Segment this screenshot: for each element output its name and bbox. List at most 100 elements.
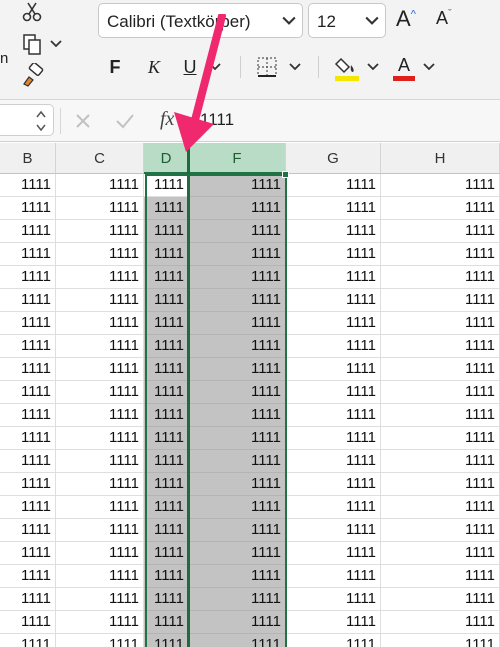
cell-h[interactable]: 1111 bbox=[381, 427, 500, 450]
cell-d[interactable]: 1111 bbox=[144, 450, 189, 473]
cell-g[interactable]: 1111 bbox=[286, 450, 381, 473]
cell-h[interactable]: 1111 bbox=[381, 220, 500, 243]
cell-b[interactable]: 1111 bbox=[0, 565, 56, 588]
cell-f[interactable]: 1111 bbox=[189, 404, 286, 427]
chevron-down-icon[interactable] bbox=[422, 60, 436, 74]
cell-c[interactable]: 1111 bbox=[56, 220, 144, 243]
cell-c[interactable]: 1111 bbox=[56, 427, 144, 450]
cell-d[interactable]: 1111 bbox=[144, 381, 189, 404]
cell-c[interactable]: 1111 bbox=[56, 611, 144, 634]
cell-h[interactable]: 1111 bbox=[381, 335, 500, 358]
cell-f[interactable]: 1111 bbox=[189, 174, 286, 197]
cell-f[interactable]: 1111 bbox=[189, 381, 286, 404]
column-header-d[interactable]: D bbox=[144, 143, 189, 174]
cell-h[interactable]: 1111 bbox=[381, 312, 500, 335]
column-header-c[interactable]: C bbox=[56, 143, 144, 174]
cell-h[interactable]: 1111 bbox=[381, 197, 500, 220]
cell-d[interactable]: 1111 bbox=[144, 519, 189, 542]
cell-b[interactable]: 1111 bbox=[0, 312, 56, 335]
enter-check-icon[interactable] bbox=[112, 108, 138, 134]
borders-icon[interactable] bbox=[254, 54, 280, 80]
cell-g[interactable]: 1111 bbox=[286, 588, 381, 611]
cell-d[interactable]: 1111 bbox=[144, 588, 189, 611]
cell-g[interactable]: 1111 bbox=[286, 634, 381, 647]
fill-color-icon[interactable] bbox=[332, 52, 362, 84]
decrease-font-size-button[interactable]: Aˇ bbox=[436, 8, 466, 36]
font-name-select[interactable]: Calibri (Textkörper) bbox=[98, 3, 303, 38]
cell-f[interactable]: 1111 bbox=[189, 312, 286, 335]
cell-g[interactable]: 1111 bbox=[286, 427, 381, 450]
cell-b[interactable]: 1111 bbox=[0, 473, 56, 496]
cell-d[interactable]: 1111 bbox=[144, 611, 189, 634]
cell-g[interactable]: 1111 bbox=[286, 197, 381, 220]
cell-h[interactable]: 1111 bbox=[381, 289, 500, 312]
cell-h[interactable]: 1111 bbox=[381, 473, 500, 496]
cell-f[interactable]: 1111 bbox=[189, 519, 286, 542]
cell-d[interactable]: 1111 bbox=[144, 335, 189, 358]
cell-b[interactable]: 1111 bbox=[0, 542, 56, 565]
cell-g[interactable]: 1111 bbox=[286, 611, 381, 634]
cell-f[interactable]: 1111 bbox=[189, 634, 286, 647]
italic-button[interactable]: K bbox=[144, 54, 164, 80]
cell-f[interactable]: 1111 bbox=[189, 588, 286, 611]
cell-f[interactable]: 1111 bbox=[189, 473, 286, 496]
cell-d[interactable]: 1111 bbox=[144, 565, 189, 588]
cell-g[interactable]: 1111 bbox=[286, 289, 381, 312]
cell-c[interactable]: 1111 bbox=[56, 404, 144, 427]
cell-h[interactable]: 1111 bbox=[381, 358, 500, 381]
cell-g[interactable]: 1111 bbox=[286, 519, 381, 542]
formula-input[interactable]: 1111 bbox=[200, 110, 234, 130]
cell-d[interactable]: 1111 bbox=[144, 266, 189, 289]
cell-d[interactable]: 1111 bbox=[144, 427, 189, 450]
column-header-b[interactable]: B bbox=[0, 143, 56, 174]
font-size-select[interactable]: 12 bbox=[308, 3, 386, 38]
chevron-down-icon[interactable] bbox=[288, 60, 302, 74]
cell-b[interactable]: 1111 bbox=[0, 496, 56, 519]
cell-c[interactable]: 1111 bbox=[56, 266, 144, 289]
cell-d[interactable]: 1111 bbox=[144, 542, 189, 565]
cell-f[interactable]: 1111 bbox=[189, 565, 286, 588]
cell-b[interactable]: 1111 bbox=[0, 289, 56, 312]
cell-h[interactable]: 1111 bbox=[381, 266, 500, 289]
cell-h[interactable]: 1111 bbox=[381, 450, 500, 473]
name-box[interactable] bbox=[0, 104, 54, 136]
cell-g[interactable]: 1111 bbox=[286, 220, 381, 243]
cell-f[interactable]: 1111 bbox=[189, 611, 286, 634]
cell-g[interactable]: 1111 bbox=[286, 312, 381, 335]
cell-f[interactable]: 1111 bbox=[189, 450, 286, 473]
cell-b[interactable]: 1111 bbox=[0, 335, 56, 358]
cell-f[interactable]: 1111 bbox=[189, 542, 286, 565]
cell-g[interactable]: 1111 bbox=[286, 496, 381, 519]
cell-b[interactable]: 1111 bbox=[0, 381, 56, 404]
copy-icon[interactable] bbox=[18, 32, 46, 58]
cell-b[interactable]: 1111 bbox=[0, 220, 56, 243]
cancel-icon[interactable] bbox=[70, 108, 96, 134]
increase-font-size-button[interactable]: A^ bbox=[396, 6, 426, 34]
name-box-stepper-icon[interactable] bbox=[35, 108, 47, 134]
cell-b[interactable]: 1111 bbox=[0, 588, 56, 611]
cell-b[interactable]: 1111 bbox=[0, 358, 56, 381]
cell-f[interactable]: 1111 bbox=[189, 220, 286, 243]
cell-d[interactable]: 1111 bbox=[144, 312, 189, 335]
cell-b[interactable]: 1111 bbox=[0, 174, 56, 197]
cell-d[interactable]: 1111 bbox=[144, 243, 189, 266]
cell-c[interactable]: 1111 bbox=[56, 634, 144, 647]
cell-f[interactable]: 1111 bbox=[189, 335, 286, 358]
cell-h[interactable]: 1111 bbox=[381, 542, 500, 565]
cell-h[interactable]: 1111 bbox=[381, 496, 500, 519]
cell-h[interactable]: 1111 bbox=[381, 588, 500, 611]
cell-g[interactable]: 1111 bbox=[286, 404, 381, 427]
bold-button[interactable]: F bbox=[104, 54, 126, 80]
cell-c[interactable]: 1111 bbox=[56, 565, 144, 588]
cell-b[interactable]: 1111 bbox=[0, 197, 56, 220]
cell-h[interactable]: 1111 bbox=[381, 174, 500, 197]
cell-b[interactable]: 1111 bbox=[0, 404, 56, 427]
format-painter-icon[interactable] bbox=[18, 62, 46, 88]
cell-h[interactable]: 1111 bbox=[381, 611, 500, 634]
chevron-down-icon[interactable] bbox=[48, 34, 64, 54]
cell-c[interactable]: 1111 bbox=[56, 289, 144, 312]
cell-h[interactable]: 1111 bbox=[381, 381, 500, 404]
cell-d[interactable]: 1111 bbox=[144, 473, 189, 496]
cell-g[interactable]: 1111 bbox=[286, 243, 381, 266]
cell-b[interactable]: 1111 bbox=[0, 450, 56, 473]
